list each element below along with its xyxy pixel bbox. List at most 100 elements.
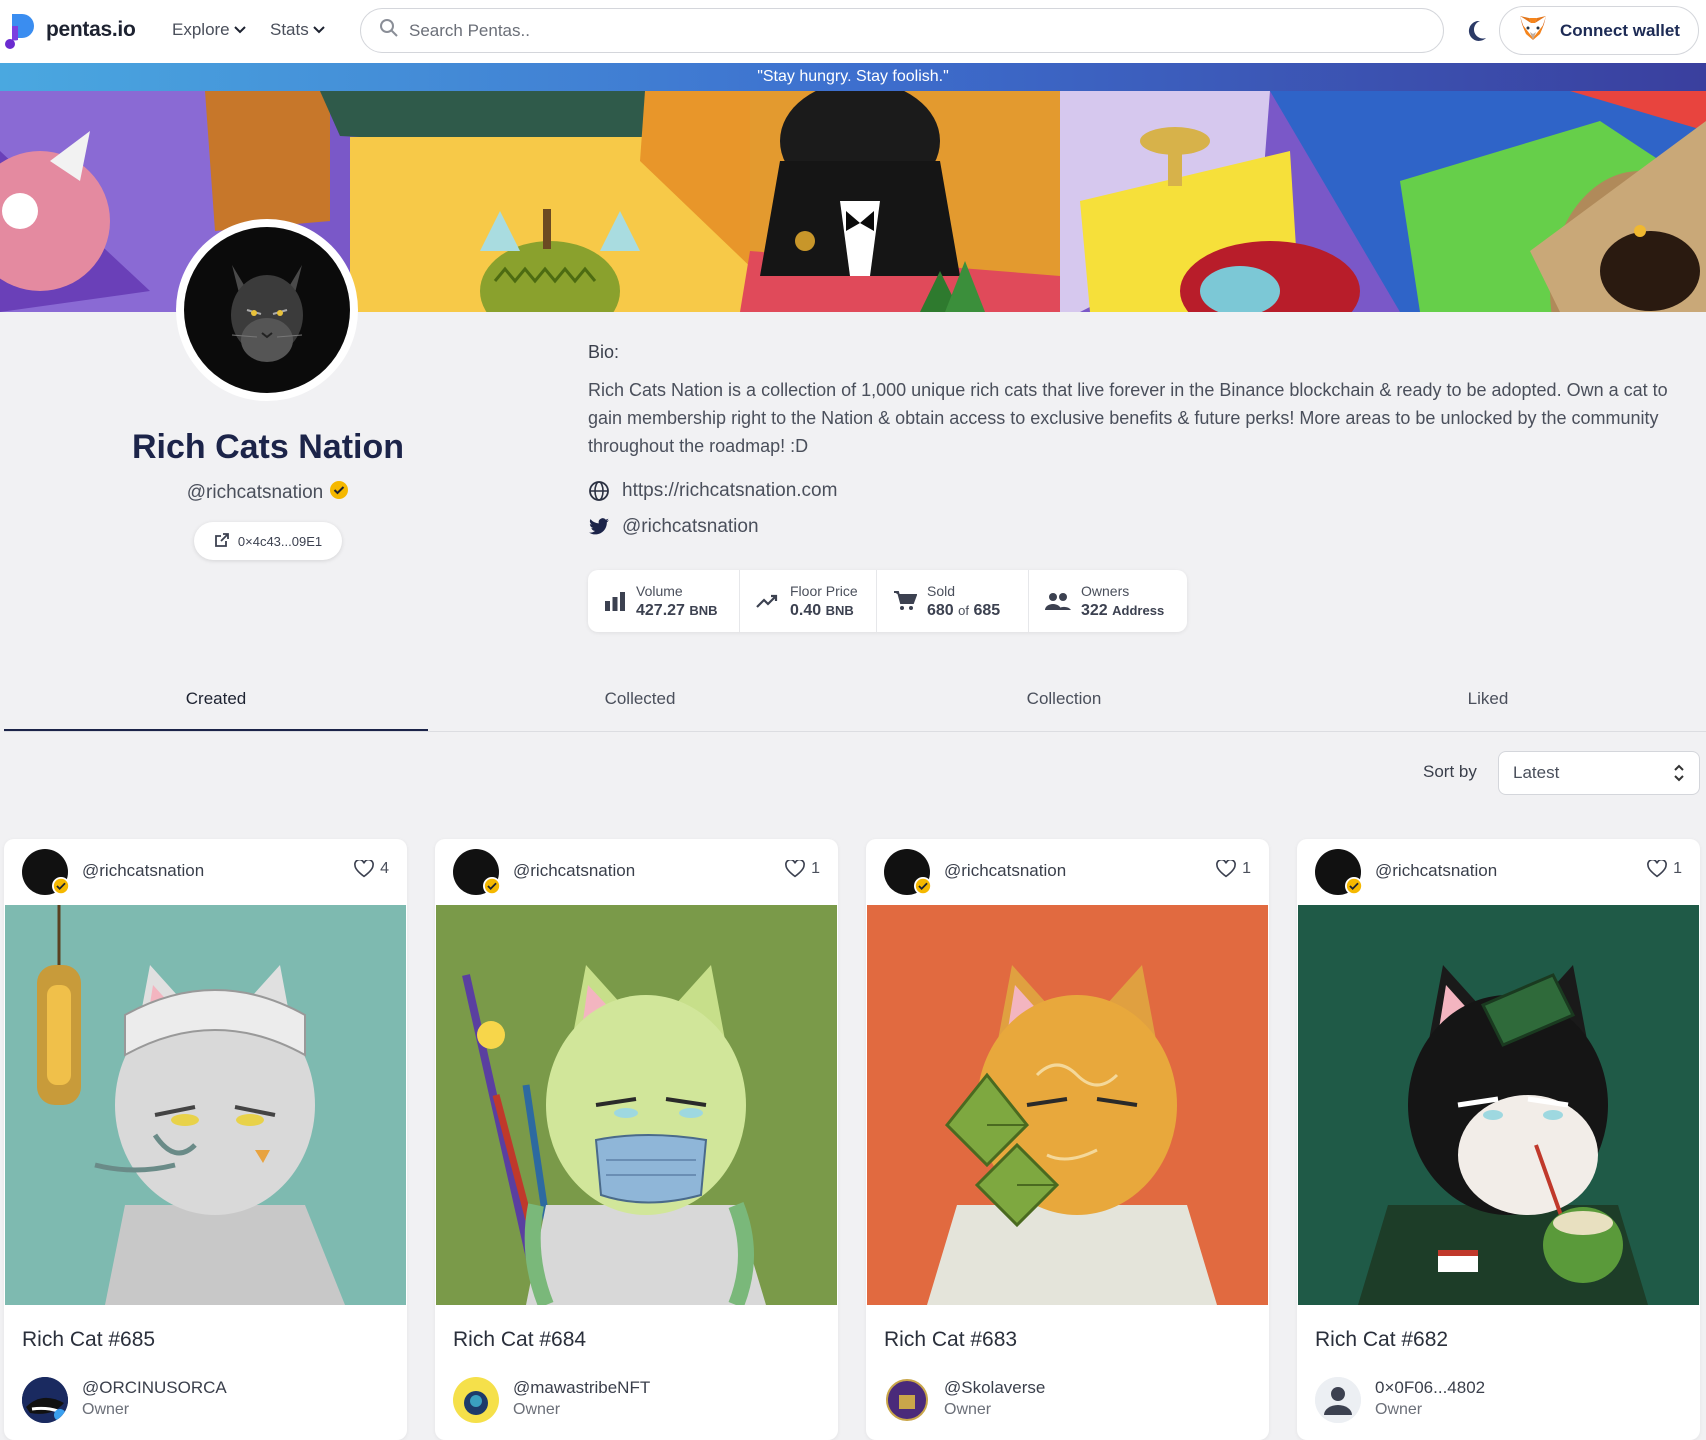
heart-icon xyxy=(1647,860,1667,878)
nav-explore[interactable]: Explore xyxy=(172,20,246,40)
nft-title[interactable]: Rich Cat #684 xyxy=(453,1328,586,1352)
verified-badge-icon xyxy=(1345,877,1363,900)
stat-sold-total: 685 xyxy=(973,601,1001,619)
globe-icon xyxy=(588,480,610,502)
nav-stats[interactable]: Stats xyxy=(270,20,325,40)
chevron-down-icon xyxy=(313,23,325,37)
stat-volume-label: Volume xyxy=(636,582,683,599)
verified-badge-icon xyxy=(52,877,70,900)
chevron-down-icon xyxy=(233,23,246,37)
owner-role: Owner xyxy=(944,1401,992,1418)
logo-text: pentas.io xyxy=(46,18,136,41)
creator-handle[interactable]: @richcatsnation xyxy=(82,861,204,881)
like-count: 1 xyxy=(1242,860,1251,877)
heart-icon xyxy=(785,860,805,878)
logo[interactable]: pentas.io xyxy=(4,12,136,49)
nft-image[interactable] xyxy=(867,905,1268,1305)
people-icon xyxy=(1045,591,1071,611)
tab-created[interactable]: Created xyxy=(4,676,428,731)
nft-card[interactable]: @richcatsnation 4 Rich Cat #685 @ORCINUS… xyxy=(4,839,407,1440)
nft-title[interactable]: Rich Cat #683 xyxy=(884,1328,1017,1352)
like-button[interactable]: 4 xyxy=(354,860,389,878)
bio-text: Rich Cats Nation is a collection of 1,00… xyxy=(588,380,1668,456)
profile-avatar xyxy=(176,219,358,401)
owner-name[interactable]: @Skolaverse xyxy=(944,1378,1045,1398)
nft-card[interactable]: @richcatsnation 1 Rich Cat #683 @Skolave… xyxy=(866,839,1269,1440)
nft-title[interactable]: Rich Cat #685 xyxy=(22,1328,155,1352)
twitter-link[interactable]: @richcatsnation xyxy=(588,516,759,538)
stat-sold-label: Sold xyxy=(927,582,956,599)
connect-wallet-button[interactable]: Connect wallet xyxy=(1499,6,1699,55)
nft-image[interactable] xyxy=(1298,905,1699,1305)
nft-card[interactable]: @richcatsnation 1 Rich Cat #682 0×0F06..… xyxy=(1297,839,1700,1440)
bio-label: Bio: xyxy=(588,342,620,362)
stat-floor-label: Floor Price xyxy=(790,582,858,599)
owner-avatar[interactable] xyxy=(22,1377,68,1423)
collection-stats: Volume 427.27 BNB Floor Price 0.40 BNB S… xyxy=(588,570,1187,632)
cart-icon xyxy=(893,590,917,612)
owner-avatar[interactable] xyxy=(884,1377,930,1423)
verified-badge-icon xyxy=(483,877,501,900)
heart-icon xyxy=(354,860,374,878)
like-count: 4 xyxy=(380,860,389,877)
moon-icon[interactable] xyxy=(1466,19,1488,48)
stat-volume-value: 427.27 xyxy=(636,601,685,619)
tab-liked[interactable]: Liked xyxy=(1276,676,1700,731)
owner-avatar[interactable] xyxy=(1315,1377,1361,1423)
nft-image[interactable] xyxy=(5,905,406,1305)
profile-name: Rich Cats Nation xyxy=(131,428,405,466)
stat-owners-label: Owners xyxy=(1081,582,1130,599)
stat-volume: Volume 427.27 BNB xyxy=(588,570,740,632)
nft-image[interactable] xyxy=(436,905,837,1305)
stat-sold-value: 680 xyxy=(927,601,954,619)
wallet-address-text: 0×4c43...09E1 xyxy=(237,533,323,549)
bar-chart-icon xyxy=(604,591,626,611)
like-button[interactable]: 1 xyxy=(1647,860,1682,878)
nft-title[interactable]: Rich Cat #682 xyxy=(1315,1328,1448,1352)
sort-label: Sort by xyxy=(1423,762,1477,781)
stat-owners: Owners 322 Address xyxy=(1029,570,1187,632)
stat-volume-unit: BNB xyxy=(689,602,718,618)
quote-banner: "Stay hungry. Stay foolish." xyxy=(0,63,1706,91)
stat-sold: Sold 680 of 685 xyxy=(877,570,1029,632)
search-input[interactable] xyxy=(409,20,1409,41)
owner-name[interactable]: 0×0F06...4802 xyxy=(1375,1378,1485,1398)
twitter-icon xyxy=(588,516,610,538)
sort-select[interactable]: Latest xyxy=(1498,751,1700,795)
like-count: 1 xyxy=(1673,860,1682,877)
search-icon xyxy=(379,18,399,43)
verified-badge-icon xyxy=(914,877,932,900)
twitter-handle: @richcatsnation xyxy=(622,516,759,537)
like-button[interactable]: 1 xyxy=(1216,860,1251,878)
heart-icon xyxy=(1216,860,1236,878)
search-bar xyxy=(360,8,1444,53)
creator-handle[interactable]: @richcatsnation xyxy=(944,861,1066,881)
wallet-address-button[interactable]: 0×4c43...09E1 xyxy=(194,522,342,560)
website-link[interactable]: https://richcatsnation.com xyxy=(588,480,837,502)
tab-collection[interactable]: Collection xyxy=(852,676,1276,731)
website-url: https://richcatsnation.com xyxy=(622,480,838,501)
stat-owners-value: 322 xyxy=(1081,601,1108,619)
metamask-fox-icon xyxy=(1518,14,1548,47)
sort-value: Latest xyxy=(1513,763,1560,782)
top-navbar: pentas.io Explore Stats Search Pentas.. … xyxy=(0,0,1706,63)
trending-up-icon xyxy=(756,593,780,609)
nft-card[interactable]: @richcatsnation 1 Rich Cat #684 @mawastr… xyxy=(435,839,838,1440)
tab-collected[interactable]: Collected xyxy=(428,676,852,731)
profile-handle-row: @richcatsnation xyxy=(0,480,536,506)
like-button[interactable]: 1 xyxy=(785,860,820,878)
stat-sold-of: of xyxy=(958,602,969,618)
nav-stats-label: Stats xyxy=(270,20,309,39)
creator-handle[interactable]: @richcatsnation xyxy=(513,861,635,881)
owner-name[interactable]: @mawastribeNFT xyxy=(513,1378,650,1398)
profile-handle: @richcatsnation xyxy=(186,482,324,503)
cat-avatar-illustration xyxy=(231,265,303,362)
external-link-icon xyxy=(214,532,230,551)
owner-role: Owner xyxy=(82,1401,130,1418)
owner-avatar[interactable] xyxy=(453,1377,499,1423)
stat-floor-unit: BNB xyxy=(825,602,854,618)
nav-explore-label: Explore xyxy=(172,20,230,39)
creator-handle[interactable]: @richcatsnation xyxy=(1375,861,1497,881)
stat-owners-unit: Address xyxy=(1112,602,1165,618)
owner-name[interactable]: @ORCINUSORCA xyxy=(82,1378,227,1398)
